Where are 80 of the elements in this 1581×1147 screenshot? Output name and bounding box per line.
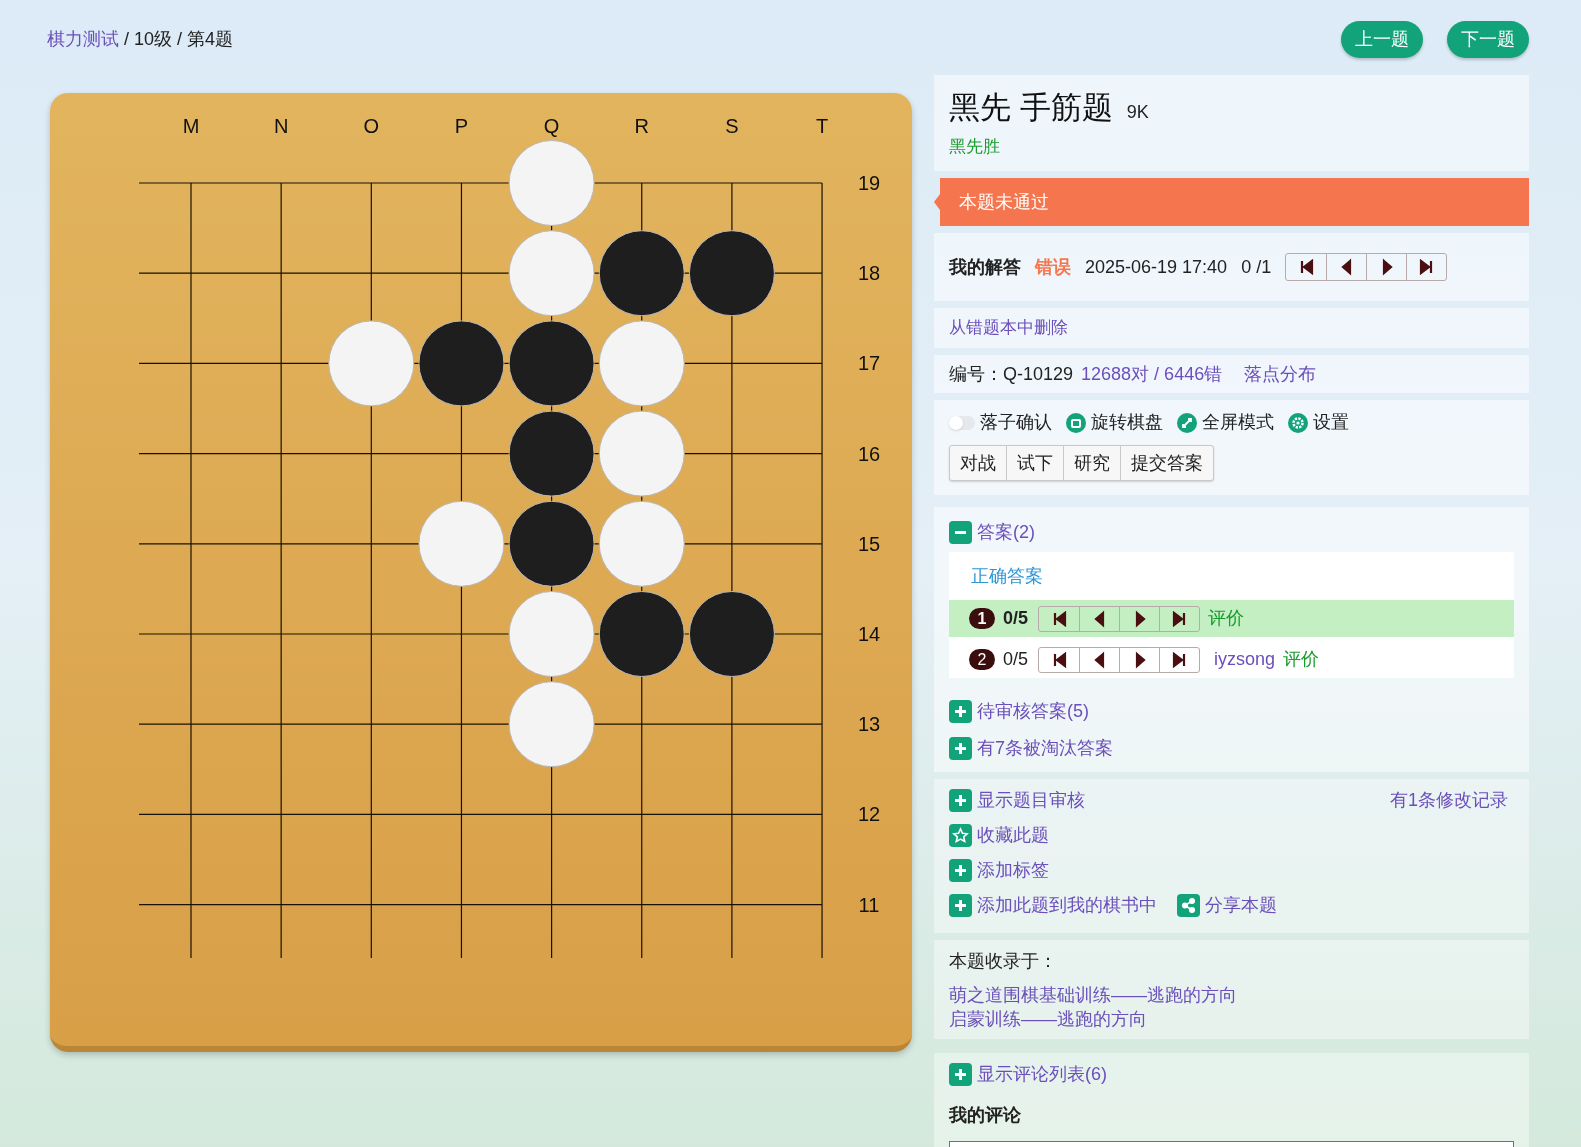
next-problem-button[interactable]: 下一题 [1447, 21, 1529, 58]
problem-title: 黑先 手筋题 [949, 89, 1113, 127]
goal-text: 黑先胜 [949, 135, 1001, 158]
mode-button[interactable]: 试下 [1006, 446, 1063, 480]
rate-link[interactable]: 评价 [1283, 646, 1320, 673]
breadcrumb-item: 第4题 [187, 28, 234, 51]
answer-author: iyzsong [1214, 648, 1276, 671]
section-toggle[interactable]: 有7条被淘汰答案 [977, 735, 1113, 762]
my-answer-label: 我的解答 [949, 255, 1021, 279]
star-icon[interactable] [949, 824, 972, 847]
column-label: T [815, 115, 829, 137]
expand-icon [1177, 412, 1197, 433]
row-label: 17 [857, 352, 881, 375]
status-banner: 本题未通过 [934, 178, 1529, 226]
column-label: S [725, 115, 739, 137]
comments-toggle[interactable]: 显示评论列表(6) [977, 1061, 1107, 1088]
collections-title: 本题收录于： [949, 950, 1058, 973]
breadcrumb-item: 10级 [134, 28, 173, 51]
answer-row[interactable]: 1 0/5 评价 [949, 600, 1514, 637]
remove-link[interactable]: 从错题本中删除 [949, 315, 1068, 341]
option-label[interactable]: 旋转棋盘 [1091, 409, 1163, 436]
row-label: 19 [857, 172, 881, 194]
step-count: 0/5 [1003, 607, 1029, 630]
my-comment-heading: 我的评论 [949, 1104, 1022, 1127]
option-label[interactable]: 全屏模式 [1202, 409, 1274, 436]
answer-stats: 12688对 / 6446错 [1081, 362, 1223, 386]
row-label: 11 [858, 893, 880, 916]
collection-link[interactable]: 启蒙训练——逃跑的方向 [949, 1007, 1514, 1031]
add-to-book-link[interactable]: 添加此题到我的棋书中 [977, 892, 1157, 919]
row-label: 18 [857, 262, 881, 285]
result-label: 错误 [1035, 255, 1071, 279]
step-count: 0/5 [1003, 648, 1029, 671]
plus-icon[interactable] [949, 789, 972, 812]
level-label: 9K [1126, 101, 1149, 124]
row-label: 13 [857, 713, 881, 736]
problem-id: 编号：Q-10129 [949, 362, 1074, 386]
plus-icon[interactable] [949, 859, 972, 882]
answer-number: 2 [969, 649, 995, 670]
plus-icon[interactable] [949, 700, 972, 723]
row-label: 12 [857, 803, 881, 826]
toggle-switch[interactable] [949, 415, 975, 430]
add-tag-link[interactable]: 添加标签 [977, 857, 1049, 884]
answers-toggle[interactable]: 答案(2) [977, 519, 1035, 546]
rotate-icon [1066, 412, 1086, 433]
correct-answer-heading: 正确答案 [970, 564, 1044, 588]
favorite-link[interactable]: 收藏此题 [977, 822, 1049, 849]
mode-button[interactable]: 研究 [1063, 446, 1120, 480]
mode-button[interactable]: 提交答案 [1120, 446, 1213, 480]
column-label: O [363, 115, 380, 137]
review-toggle[interactable]: 显示题目审核 [977, 787, 1085, 814]
row-label: 15 [857, 532, 881, 555]
minus-icon[interactable] [949, 521, 972, 544]
column-label: N [273, 115, 289, 137]
plus-icon[interactable] [949, 1063, 972, 1086]
row-label: 14 [857, 623, 881, 645]
breadcrumb-link[interactable]: 棋力测试 [47, 26, 119, 53]
plus-icon[interactable] [949, 894, 972, 917]
row-label: 16 [857, 442, 881, 465]
mode-button[interactable]: 对战 [950, 446, 1006, 480]
history-link[interactable]: 有1条修改记录 [1390, 787, 1508, 814]
option-label[interactable]: 设置 [1313, 409, 1349, 436]
column-label: M [182, 115, 200, 137]
settings-icon [1288, 412, 1308, 433]
column-label: P [454, 115, 469, 137]
answer-number: 1 [969, 608, 995, 629]
previous-problem-button[interactable]: 上一题 [1341, 21, 1423, 58]
plus-icon[interactable] [949, 737, 972, 760]
collection-link[interactable]: 萌之道围棋基础训练——逃跑的方向 [949, 983, 1514, 1007]
attempt-count: 0 /1 [1241, 255, 1272, 279]
option-label[interactable]: 落子确认 [980, 409, 1052, 436]
share-link[interactable]: 分享本题 [1205, 892, 1277, 919]
section-toggle[interactable]: 待审核答案(5) [977, 698, 1089, 725]
breadcrumb-separator: / [177, 28, 183, 51]
column-label: R [634, 115, 649, 137]
rate-link[interactable]: 评价 [1208, 605, 1245, 632]
breadcrumb-separator: / [124, 28, 129, 51]
column-label: Q [543, 115, 560, 137]
share-icon[interactable] [1177, 894, 1200, 917]
distribution-link[interactable]: 落点分布 [1244, 360, 1317, 388]
answer-time: 2025-06-19 17:40 [1085, 255, 1228, 279]
